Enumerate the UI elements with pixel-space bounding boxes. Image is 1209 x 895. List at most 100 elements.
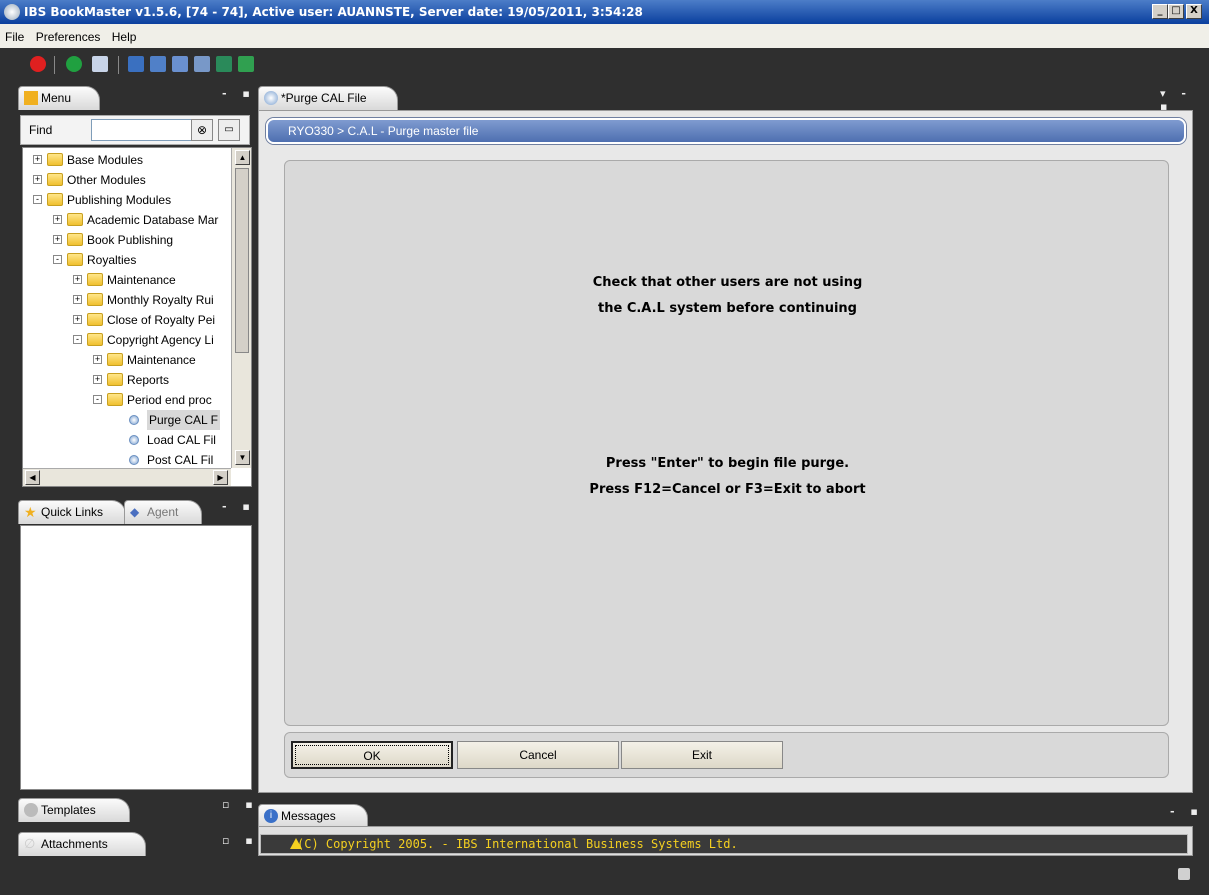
maximize-button[interactable]: □: [1168, 4, 1184, 19]
tab-purge-cal-file[interactable]: *Purge CAL File: [258, 86, 398, 110]
minimize-button[interactable]: _: [1152, 4, 1168, 19]
tree-item-label: Monthly Royalty Rui: [107, 293, 214, 307]
tab-quick-links[interactable]: ★ Quick Links: [18, 500, 126, 524]
collapse-toggle-icon[interactable]: -: [93, 395, 102, 404]
panel-window-controls[interactable]: ▫ ▪: [222, 798, 259, 811]
panel-window-controls[interactable]: - ▪: [222, 87, 256, 100]
find-label: Find: [29, 123, 53, 137]
menu-file[interactable]: File: [0, 24, 27, 44]
tab-agent[interactable]: ◆ Agent: [124, 500, 202, 524]
tab-purge-label: *Purge CAL File: [281, 91, 367, 105]
quick-links-body: [20, 525, 252, 790]
menu-help[interactable]: Help: [107, 24, 140, 44]
tree-item[interactable]: + Close of Royalty Pei: [23, 310, 233, 330]
expand-toggle-icon[interactable]: +: [53, 215, 62, 224]
collapse-icon[interactable]: ▭: [218, 119, 240, 141]
tree-item[interactable]: - Publishing Modules: [23, 190, 233, 210]
cancel-button[interactable]: Cancel: [457, 741, 619, 769]
print-icon[interactable]: [92, 56, 108, 72]
power-icon[interactable]: [30, 56, 46, 72]
tree-vertical-scrollbar[interactable]: ▲ ▼: [231, 148, 251, 468]
ok-button[interactable]: OK: [291, 741, 453, 769]
info-icon: i: [264, 809, 278, 823]
tree-item-label: Other Modules: [67, 173, 146, 187]
collapse-toggle-icon[interactable]: -: [53, 255, 62, 264]
expand-toggle-icon[interactable]: +: [93, 355, 102, 364]
tree-item[interactable]: Purge CAL F: [23, 410, 233, 430]
scroll-down-button[interactable]: ▼: [235, 450, 250, 465]
tree-horizontal-scrollbar[interactable]: ◀ ▶: [23, 468, 231, 486]
tree-item[interactable]: - Period end proc: [23, 390, 233, 410]
status-indicator-icon: [1178, 868, 1190, 880]
scroll-thumb[interactable]: [235, 168, 249, 353]
scroll-up-button[interactable]: ▲: [235, 150, 250, 165]
messages-window-controls[interactable]: - ▪: [1170, 805, 1204, 818]
collapse-toggle-icon[interactable]: -: [73, 335, 82, 344]
tree-item-label: Close of Royalty Pei: [107, 313, 216, 327]
message-line-2: the C.A.L system before continuing: [598, 301, 857, 316]
scroll-right-button[interactable]: ▶: [213, 470, 228, 485]
tree-item[interactable]: + Reports: [23, 370, 233, 390]
tree-item[interactable]: + Base Modules: [23, 150, 233, 170]
program-icon: [129, 415, 139, 425]
expand-toggle-icon[interactable]: +: [33, 175, 42, 184]
tree-item-label: Post CAL Fil: [147, 453, 214, 467]
binoculars-icon[interactable]: ⊗: [191, 119, 213, 141]
button-bar: OK Cancel Exit: [284, 732, 1169, 778]
folder-icon: [87, 273, 103, 286]
tree-item[interactable]: + Maintenance: [23, 270, 233, 290]
search-icon[interactable]: [172, 56, 188, 72]
folder-icon: [67, 213, 83, 226]
tree-item-label: Purge CAL F: [147, 410, 220, 430]
tree-item-label: Royalties: [87, 253, 137, 267]
expand-toggle-icon[interactable]: +: [93, 375, 102, 384]
tab-messages[interactable]: i Messages: [258, 804, 368, 828]
menu-book-icon: [24, 91, 38, 105]
tab-attachments[interactable]: ∅ Attachments: [18, 832, 146, 856]
tree-item-label: Publishing Modules: [67, 193, 172, 207]
folder-icon: [47, 173, 63, 186]
tree-item[interactable]: - Copyright Agency Li: [23, 330, 233, 350]
tree-item[interactable]: Post CAL Fil: [23, 450, 233, 470]
tab-templates[interactable]: Templates: [18, 798, 130, 822]
message-line-3: Press "Enter" to begin file purge.: [605, 456, 850, 471]
menu-tree: + Base Modules + Other Modules - Publishing M…: [22, 147, 252, 487]
tree-item-label: Maintenance: [107, 273, 176, 287]
panel-window-controls[interactable]: - ▪: [222, 500, 256, 513]
tab-attachments-label: Attachments: [41, 837, 108, 851]
warning-icon: [290, 838, 302, 849]
exit-button[interactable]: Exit: [621, 741, 783, 769]
tree-item[interactable]: - Royalties: [23, 250, 233, 270]
find-input[interactable]: [91, 119, 207, 141]
expand-toggle-icon[interactable]: +: [53, 235, 62, 244]
tree-item[interactable]: + Monthly Royalty Rui: [23, 290, 233, 310]
tree-item[interactable]: + Other Modules: [23, 170, 233, 190]
close-button[interactable]: X: [1186, 4, 1202, 19]
scroll-left-button[interactable]: ◀: [25, 470, 40, 485]
tree-item[interactable]: + Maintenance: [23, 350, 233, 370]
tab-menu[interactable]: Menu: [18, 86, 100, 110]
play-icon[interactable]: [216, 56, 232, 72]
refresh-icon[interactable]: [66, 56, 82, 72]
expand-toggle-icon[interactable]: +: [33, 155, 42, 164]
folder-icon: [47, 193, 63, 206]
screen-icon[interactable]: [128, 56, 144, 72]
tree-item[interactable]: Load CAL Fil: [23, 430, 233, 450]
diamond-icon: ◆: [130, 505, 140, 519]
expand-toggle-icon[interactable]: +: [73, 275, 82, 284]
person-search-icon[interactable]: [194, 56, 210, 72]
toolbar-separator: [54, 56, 55, 74]
panel-window-controls[interactable]: ▫ ▪: [222, 834, 259, 847]
folder-icon: [67, 253, 83, 266]
check-icon[interactable]: [238, 56, 254, 72]
tree-item[interactable]: + Book Publishing: [23, 230, 233, 250]
expand-toggle-icon[interactable]: +: [73, 295, 82, 304]
expand-toggle-icon[interactable]: +: [73, 315, 82, 324]
tree-item[interactable]: + Academic Database Mar: [23, 210, 233, 230]
toolbar-separator: [118, 56, 119, 74]
collapse-toggle-icon[interactable]: -: [33, 195, 42, 204]
tab-menu-label: Menu: [41, 91, 72, 105]
menu-preferences[interactable]: Preferences: [31, 24, 104, 44]
screen2-icon[interactable]: [150, 56, 166, 72]
folder-icon: [67, 233, 83, 246]
